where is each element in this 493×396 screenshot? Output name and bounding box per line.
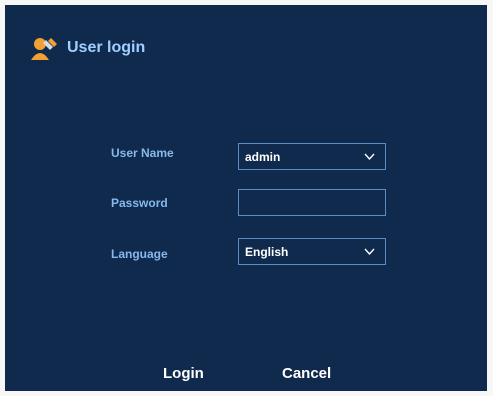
- login-button[interactable]: Login: [163, 365, 204, 382]
- username-label: User Name: [111, 146, 174, 160]
- dialog-title: User login: [67, 39, 146, 56]
- language-label: Language: [111, 247, 168, 261]
- username-dropdown[interactable]: admin: [238, 143, 386, 170]
- cancel-button[interactable]: Cancel: [282, 365, 331, 382]
- chevron-down-icon: [364, 153, 375, 161]
- chevron-down-icon: [364, 248, 375, 256]
- language-dropdown[interactable]: English: [238, 238, 386, 265]
- language-value: English: [245, 244, 289, 259]
- password-label: Password: [111, 196, 168, 210]
- user-login-icon: [29, 35, 59, 61]
- title-bar: User login: [29, 35, 145, 61]
- password-field[interactable]: [238, 189, 386, 216]
- username-value: admin: [245, 149, 281, 164]
- login-dialog: User login User Name admin Password Lang…: [5, 5, 487, 391]
